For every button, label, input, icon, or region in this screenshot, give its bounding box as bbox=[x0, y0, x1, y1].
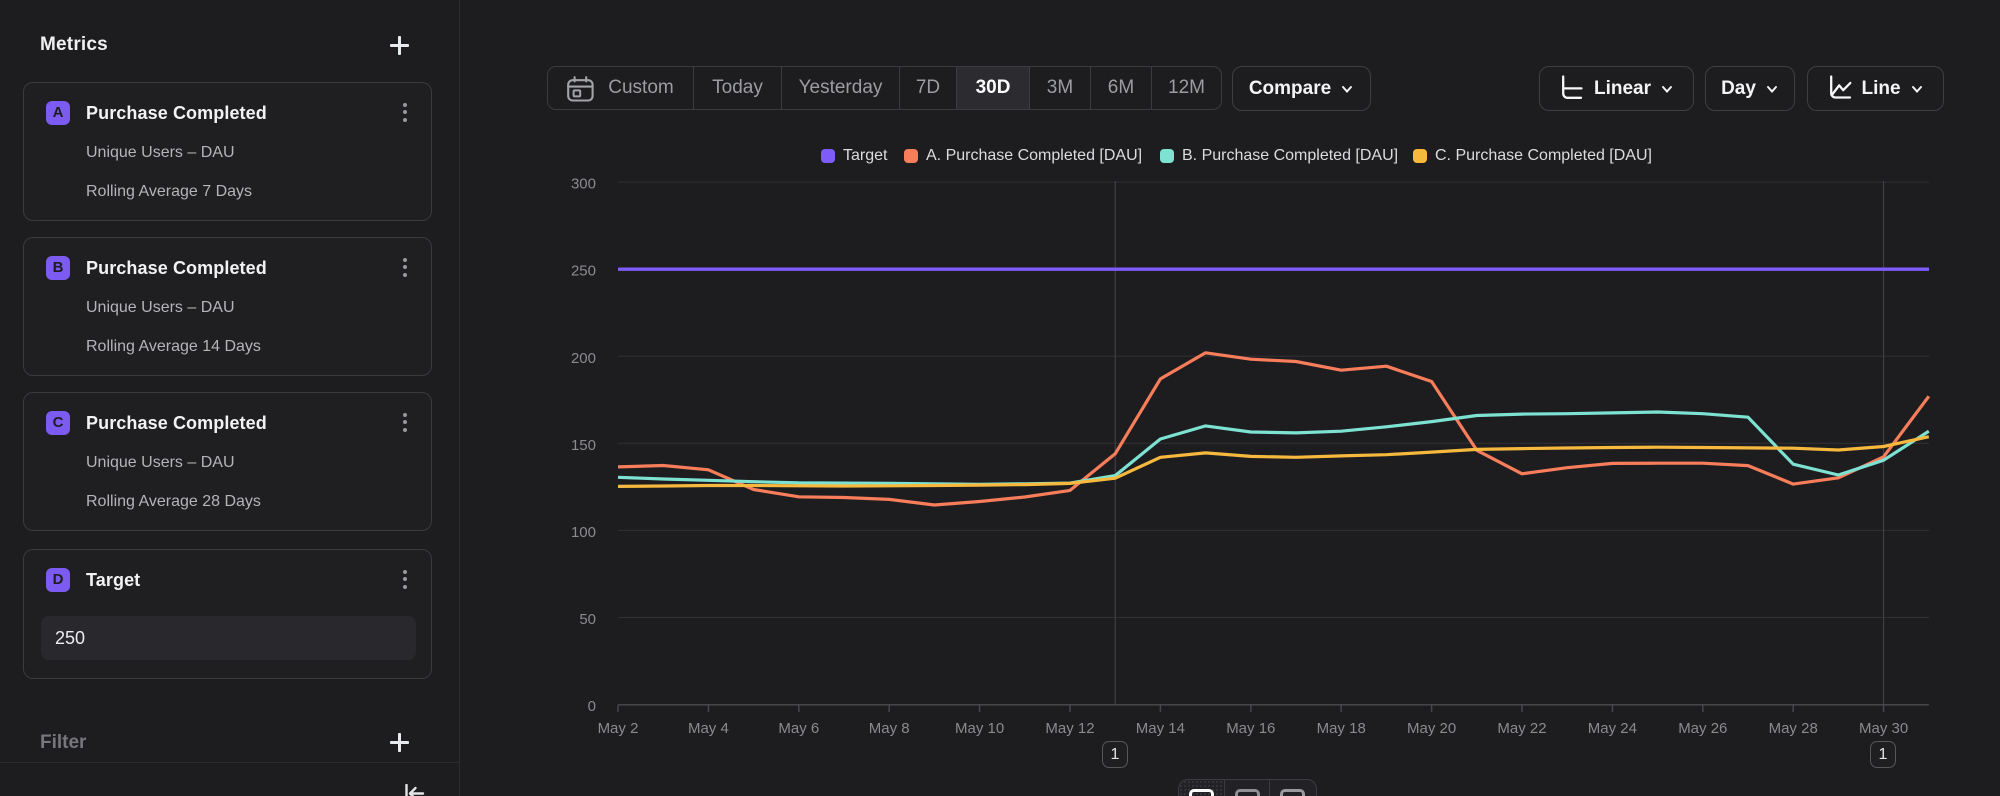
svg-text:May 10: May 10 bbox=[955, 720, 1004, 737]
svg-text:May 30: May 30 bbox=[1859, 720, 1908, 737]
svg-text:May 26: May 26 bbox=[1678, 720, 1727, 737]
svg-text:May 2: May 2 bbox=[598, 720, 639, 737]
svg-text:May 6: May 6 bbox=[778, 720, 819, 737]
svg-text:100: 100 bbox=[571, 524, 596, 541]
svg-text:May 18: May 18 bbox=[1317, 720, 1366, 737]
svg-text:300: 300 bbox=[571, 176, 596, 193]
svg-text:May 16: May 16 bbox=[1226, 720, 1275, 737]
svg-text:May 22: May 22 bbox=[1497, 720, 1546, 737]
svg-text:150: 150 bbox=[571, 437, 596, 454]
svg-text:0: 0 bbox=[588, 698, 596, 715]
svg-text:250: 250 bbox=[571, 263, 596, 280]
svg-text:May 28: May 28 bbox=[1769, 720, 1818, 737]
svg-text:May 20: May 20 bbox=[1407, 720, 1456, 737]
svg-text:May 4: May 4 bbox=[688, 720, 729, 737]
svg-text:May 12: May 12 bbox=[1045, 720, 1094, 737]
svg-text:200: 200 bbox=[571, 350, 596, 367]
svg-text:May 8: May 8 bbox=[869, 720, 910, 737]
svg-text:May 24: May 24 bbox=[1588, 720, 1637, 737]
svg-text:May 14: May 14 bbox=[1136, 720, 1185, 737]
svg-text:50: 50 bbox=[579, 611, 596, 628]
